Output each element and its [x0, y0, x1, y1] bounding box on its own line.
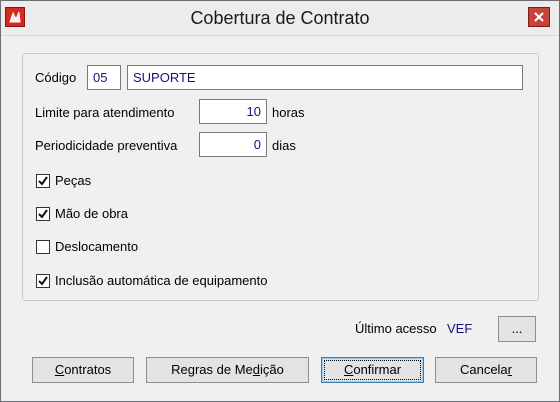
inclusao-automatica-checkbox[interactable]	[36, 274, 50, 288]
codigo-label: Código	[35, 70, 77, 85]
confirmar-button[interactable]: Confirmar	[321, 357, 424, 383]
descricao-field[interactable]: SUPORTE	[127, 65, 523, 90]
mao-de-obra-checkbox[interactable]	[36, 207, 50, 221]
form-group	[22, 53, 539, 301]
close-button[interactable]	[528, 7, 550, 27]
contratos-button[interactable]: Contratos	[32, 357, 134, 383]
close-icon	[534, 12, 544, 22]
window-title: Cobertura de Contrato	[190, 8, 370, 28]
ultimo-acesso-label: Último acesso	[355, 321, 437, 336]
pecas-label[interactable]: Peças	[55, 173, 91, 188]
focus-indicator	[324, 360, 421, 380]
regras-mnemonic: d	[252, 362, 261, 377]
deslocamento-checkbox[interactable]	[36, 240, 50, 254]
inclusao-automatica-label[interactable]: Inclusão automática de equipamento	[55, 273, 267, 288]
codigo-field[interactable]: 05	[87, 65, 121, 90]
regras-de-medicao-button[interactable]: Regras de Medição	[146, 357, 309, 383]
periodicidade-field[interactable]: 0	[199, 132, 267, 157]
cancelar-button[interactable]: Cancelar	[435, 357, 537, 383]
regras-label-suffix: ição	[260, 362, 284, 377]
check-icon	[38, 176, 48, 186]
limite-unit: horas	[272, 105, 305, 120]
limite-field[interactable]: 10	[199, 99, 267, 124]
cancelar-label-prefix: Cancela	[459, 362, 508, 377]
contratos-label-suffix: ontratos	[64, 362, 112, 377]
check-icon	[38, 276, 48, 286]
limite-label: Limite para atendimento	[35, 105, 175, 120]
pecas-checkbox[interactable]	[36, 174, 50, 188]
regras-label-prefix: Regras de Me	[171, 362, 253, 377]
deslocamento-label[interactable]: Deslocamento	[55, 239, 138, 254]
contratos-mnemonic: C	[54, 362, 65, 377]
cancelar-mnemonic: r	[507, 362, 513, 377]
periodicidade-unit: dias	[272, 138, 296, 153]
title-bar[interactable]: Cobertura de Contrato	[1, 1, 559, 36]
dialog-window: Cobertura de Contrato Código 05 SUPORTE …	[0, 0, 560, 402]
mao-de-obra-label[interactable]: Mão de obra	[55, 206, 128, 221]
check-icon	[38, 209, 48, 219]
ultimo-acesso-details-button[interactable]: ...	[498, 316, 536, 342]
periodicidade-label: Periodicidade preventiva	[35, 138, 178, 153]
ultimo-acesso-value: VEF	[447, 321, 473, 336]
